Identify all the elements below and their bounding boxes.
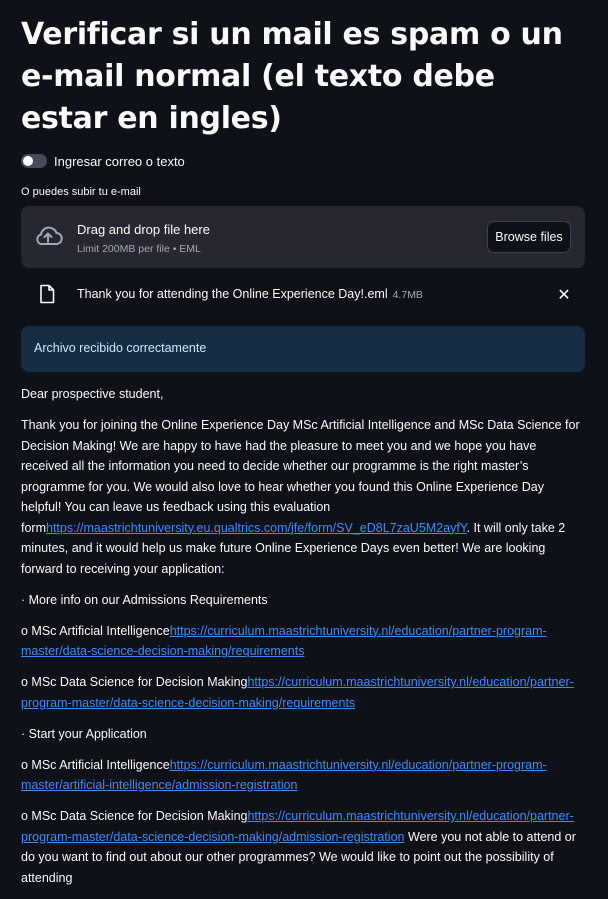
browse-files-button[interactable]: Browse files: [487, 221, 571, 253]
list-item: o MSc Data Science for Decision Makinght…: [21, 672, 587, 713]
cloud-upload-icon: [33, 224, 63, 253]
evaluation-form-link[interactable]: https://maastrichtuniversity.eu.qualtric…: [46, 521, 467, 535]
email-body: Dear prospective student, Thank you for …: [21, 384, 587, 899]
file-name-text: Thank you for attending the Online Exper…: [77, 287, 388, 301]
toggle-knob: [23, 156, 33, 166]
close-icon[interactable]: ✕: [555, 285, 573, 305]
toggle-row[interactable]: Ingresar correo o texto: [21, 151, 185, 171]
email-greeting: Dear prospective student,: [21, 387, 164, 401]
info-alert: Archivo recibido correctamente: [21, 326, 585, 372]
paragraph-text: Thank you for joining the Online Experie…: [21, 418, 580, 535]
email-paragraph: Thank you for joining the Online Experie…: [21, 415, 587, 579]
file-size: 4.7MB: [392, 289, 423, 301]
page-title: Verificar si un mail es spam o un e-mail…: [21, 17, 563, 136]
list-item: o MSc Data Science for Decision Makinght…: [21, 806, 587, 888]
dropzone-limit: Limit 200MB per file • EML: [77, 243, 201, 255]
uploaded-file-row: Thank you for attending the Online Exper…: [21, 280, 585, 310]
bullet-start-application: · Start your Application: [21, 726, 147, 741]
uploaded-file-name: Thank you for attending the Online Exper…: [77, 287, 423, 301]
file-dropzone[interactable]: Drag and drop file here Limit 200MB per …: [21, 206, 585, 268]
list-item: o MSc Artificial Intelligencehttps://cur…: [21, 755, 587, 796]
dropzone-title: Drag and drop file here: [77, 222, 210, 237]
toggle-label: Ingresar correo o texto: [54, 153, 185, 169]
list-item: o MSc Artificial Intelligencehttps://cur…: [21, 621, 587, 662]
bullet-admission-requirements: · More info on our Admissions Requiremen…: [21, 592, 268, 607]
list-item-text: o MSc Data Science for Decision Making: [21, 675, 248, 689]
toggle-switch[interactable]: [21, 154, 47, 168]
list-item-text: o MSc Artificial Intelligence: [21, 623, 170, 638]
alert-text: Archivo recibido correctamente: [34, 341, 207, 355]
file-icon: [39, 284, 55, 309]
uploader-label: O puedes subir tu e-mail: [21, 186, 141, 198]
list-item-text: o MSc Data Science for Decision Making: [21, 809, 248, 823]
list-item-text: o MSc Artificial Intelligence: [21, 757, 170, 772]
